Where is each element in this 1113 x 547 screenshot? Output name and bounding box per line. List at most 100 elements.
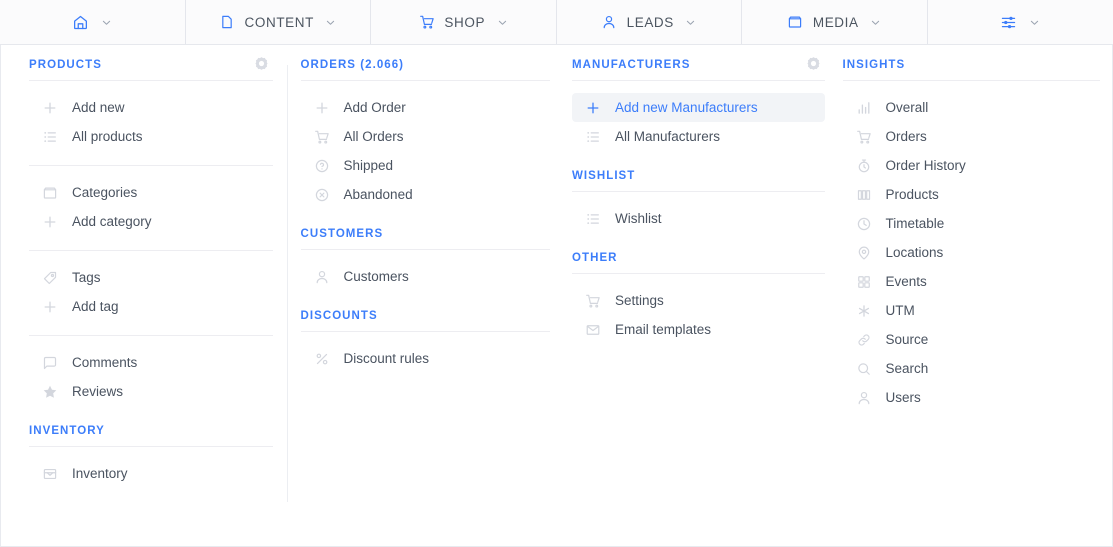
menu-item-all-products[interactable]: All products xyxy=(29,122,273,151)
menu-item-inventory[interactable]: Inventory xyxy=(29,459,273,488)
search-icon xyxy=(856,361,872,377)
columns-icon xyxy=(856,187,872,203)
chevron-down-icon[interactable] xyxy=(870,16,882,28)
menu-item-wishlist[interactable]: Wishlist xyxy=(572,204,825,233)
menu-item-events[interactable]: Events xyxy=(843,267,1100,296)
menu-group: Discount rules xyxy=(301,344,551,375)
menu-item-label: Add category xyxy=(72,213,152,229)
menu-item-order-history[interactable]: Order History xyxy=(843,151,1100,180)
menu-item-customers[interactable]: Customers xyxy=(301,262,551,291)
nav-item-settings[interactable] xyxy=(928,0,1113,44)
menu-item-add-category[interactable]: Add category xyxy=(29,207,273,236)
menu-item-label: Customers xyxy=(343,268,409,284)
menu-item-label: Events xyxy=(885,273,927,289)
chevron-down-icon[interactable] xyxy=(685,16,697,28)
gear-icon[interactable] xyxy=(806,56,821,71)
menu-item-label: Tags xyxy=(72,269,101,285)
folder-icon xyxy=(42,185,58,201)
products-column: PRODUCTS Add new All products Categories… xyxy=(1,56,288,546)
menu-item-label: Timetable xyxy=(885,215,945,231)
file-icon xyxy=(219,14,236,31)
menu-item-users[interactable]: Users xyxy=(843,383,1100,412)
menu-group: Wishlist xyxy=(572,204,825,235)
gear-icon[interactable] xyxy=(254,56,269,71)
menu-item-label: Source xyxy=(885,331,929,347)
menu-item-search[interactable]: Search xyxy=(843,354,1100,383)
menu-item-locations[interactable]: Locations xyxy=(843,238,1100,267)
menu-item-all-manufacturers[interactable]: All Manufacturers xyxy=(572,122,825,151)
menu-item-add-order[interactable]: Add Order xyxy=(301,93,551,122)
plus-icon xyxy=(42,214,58,230)
user-icon xyxy=(601,14,618,31)
menu-item-shipped[interactable]: Shipped xyxy=(301,151,551,180)
menu-item-tags[interactable]: Tags xyxy=(29,263,273,292)
chevron-down-icon[interactable] xyxy=(496,16,508,28)
menu-item-add-tag[interactable]: Add tag xyxy=(29,292,273,321)
menu-item-add-new-manufacturers[interactable]: Add new Manufacturers xyxy=(572,93,825,122)
section-header: ORDERS (2.066) xyxy=(300,59,551,81)
asterisk-icon xyxy=(856,303,872,319)
menu-item-abandoned[interactable]: Abandoned xyxy=(301,180,551,209)
nav-item-leads[interactable]: LEADS xyxy=(557,0,742,44)
user-icon xyxy=(314,269,330,285)
menu-item-timetable[interactable]: Timetable xyxy=(843,209,1100,238)
section-title: INVENTORY xyxy=(29,425,105,437)
nav-item-home[interactable] xyxy=(0,0,186,44)
nav-item-label: LEADS xyxy=(626,14,674,30)
sliders-icon xyxy=(1000,14,1017,31)
menu-item-email-templates[interactable]: Email templates xyxy=(572,315,825,344)
grid-icon xyxy=(856,274,872,290)
menu-item-settings[interactable]: Settings xyxy=(572,286,825,315)
menu-columns-panel: PRODUCTS Add new All products Categories… xyxy=(0,45,1113,547)
plus-icon xyxy=(42,100,58,116)
menu-item-orders[interactable]: Orders xyxy=(843,122,1100,151)
menu-item-label: Reviews xyxy=(72,383,124,399)
menu-item-products[interactable]: Products xyxy=(843,180,1100,209)
menu-item-categories[interactable]: Categories xyxy=(29,178,273,207)
x-circle-icon xyxy=(314,187,330,203)
nav-item-media[interactable]: MEDIA xyxy=(742,0,928,44)
nav-item-label: CONTENT xyxy=(244,14,314,30)
cart-icon xyxy=(418,14,435,31)
menu-item-comments[interactable]: Comments xyxy=(29,348,273,377)
chevron-down-icon[interactable] xyxy=(100,16,112,28)
menu-item-label: Products xyxy=(885,186,939,202)
plus-icon xyxy=(314,100,330,116)
section-title: ORDERS (2.066) xyxy=(300,59,405,71)
menu-item-overall[interactable]: Overall xyxy=(843,93,1100,122)
nav-item-shop[interactable]: SHOP xyxy=(371,0,557,44)
nav-item-content[interactable]: CONTENT xyxy=(186,0,371,44)
menu-item-source[interactable]: Source xyxy=(843,325,1100,354)
list-icon xyxy=(585,211,601,227)
menu-item-utm[interactable]: UTM xyxy=(843,296,1100,325)
menu-group: Comments Reviews xyxy=(29,348,273,408)
inventory-icon xyxy=(42,466,58,482)
menu-item-label: Settings xyxy=(615,292,664,308)
pin-icon xyxy=(856,245,872,261)
menu-item-label: Shipped xyxy=(343,157,394,173)
menu-item-label: Add Order xyxy=(343,99,406,115)
menu-item-label: Add new xyxy=(72,99,125,115)
section-title: CUSTOMERS xyxy=(300,228,384,240)
menu-item-label: Abandoned xyxy=(343,186,413,202)
section-header: WISHLIST xyxy=(572,170,825,192)
menu-item-label: Add new Manufacturers xyxy=(615,99,758,115)
section-manufacturers: MANUFACTURERS Add new Manufacturers All … xyxy=(572,56,825,153)
chevron-down-icon[interactable] xyxy=(325,16,337,28)
percent-icon xyxy=(314,351,330,367)
section-title: WISHLIST xyxy=(572,170,636,182)
section-header: INSIGHTS xyxy=(842,59,1100,81)
comment-icon xyxy=(42,355,58,371)
menu-group: Settings Email templates xyxy=(572,286,825,346)
menu-item-reviews[interactable]: Reviews xyxy=(29,377,273,406)
menu-item-label: Email templates xyxy=(615,321,712,337)
menu-item-discount-rules[interactable]: Discount rules xyxy=(301,344,551,373)
chevron-down-icon[interactable] xyxy=(1028,16,1040,28)
menu-item-all-orders[interactable]: All Orders xyxy=(301,122,551,151)
menu-item-add-new[interactable]: Add new xyxy=(29,93,273,122)
admin-menu-panel: CONTENT SHOP LEADS MEDIA PRODUCTS Add ne… xyxy=(0,0,1113,547)
mail-icon xyxy=(585,322,601,338)
section-insights: INSIGHTS Overall Orders Order History Pr… xyxy=(842,59,1100,414)
section-title: MANUFACTURERS xyxy=(572,59,691,71)
folder-icon xyxy=(787,14,804,31)
